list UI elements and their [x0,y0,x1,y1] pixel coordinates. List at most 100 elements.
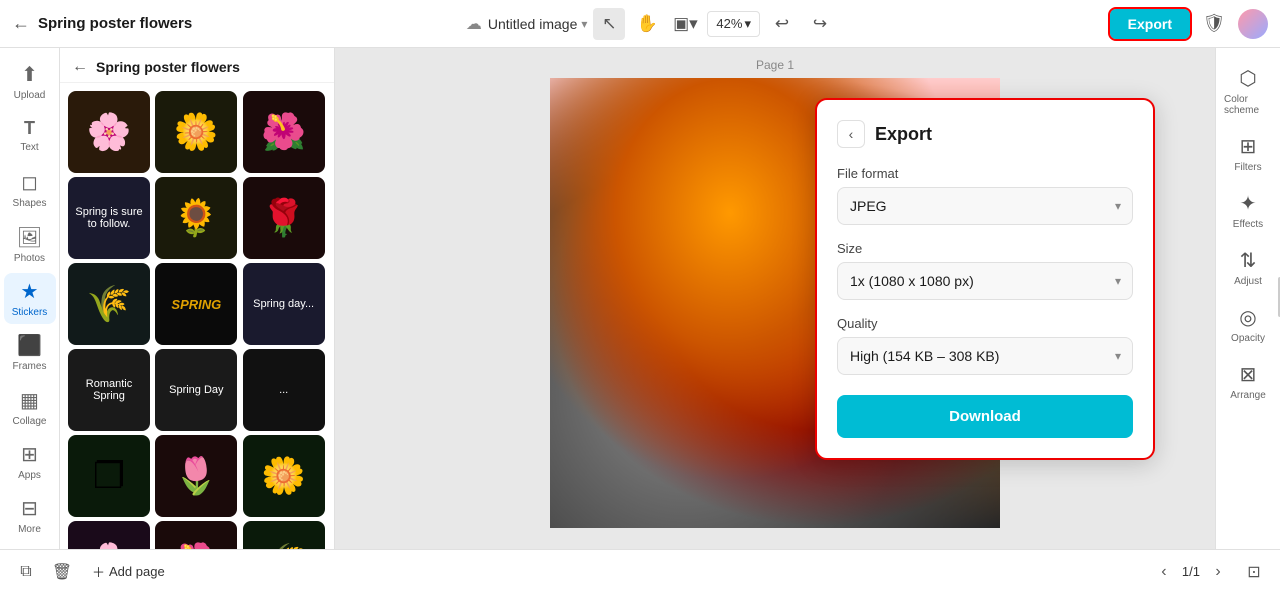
top-bar: ← Spring poster flowers ☁ Untitled image… [0,0,1280,48]
bottom-bar: ⧉ 🗑 ＋ Add page ‹ 1/1 › ⊡ [0,549,1280,593]
add-page-button[interactable]: ＋ Add page [84,558,173,585]
panel-back-icon[interactable]: ← [72,58,88,76]
duplicate-page-button[interactable]: ⧉ [12,558,40,586]
sticker-cell[interactable]: 🌺 [243,91,325,173]
avatar[interactable] [1238,9,1268,39]
right-tool-label: Opacity [1231,333,1265,344]
sidebar-item-stickers[interactable]: ★ Stickers [4,273,56,323]
select-tool-button[interactable]: ↖ [593,8,625,40]
sticker-cell[interactable]: 🌷 [155,435,237,517]
sticker-cell[interactable]: SPRING [155,263,237,345]
sticker-cell[interactable]: 🌾 [68,263,150,345]
export-panel: ‹ Export File format JPEG PNG PDF SVG ▾ … [815,98,1155,460]
add-page-label: Add page [109,564,165,579]
frame-tool-button[interactable]: ▣ ▾ [669,8,701,40]
sidebar-item-label: Collage [13,416,47,427]
page-prev-button[interactable]: ‹ [1150,558,1178,586]
undo-icon: ↩ [775,14,789,34]
sticker-cell[interactable]: 🌼 [243,435,325,517]
undo-button[interactable]: ↩ [766,8,798,40]
size-select[interactable]: 1x (1080 x 1080 px) 2x (2160 x 2160 px) … [837,262,1133,300]
sidebar-item-apps[interactable]: ⊞ Apps [4,436,56,486]
file-format-label: File format [837,166,1133,181]
export-panel-back-button[interactable]: ‹ [837,120,865,148]
sidebar-item-collage[interactable]: ▦ Collage [4,382,56,432]
zoom-control[interactable]: 42% ▾ [707,11,760,37]
stickers-icon: ★ [21,279,39,304]
text-sticker: ... [275,380,292,400]
size-wrapper: 1x (1080 x 1080 px) 2x (2160 x 2160 px) … [837,262,1133,300]
sticker-cell[interactable]: Spring Day [155,349,237,431]
sidebar-item-more[interactable]: ⊟ More [4,491,56,541]
top-bar-left: ← Spring poster flowers [12,13,192,34]
top-bar-center: ☁ Untitled image ▾ ↖ ✋ ▣ ▾ 42% ▾ ↩ ↪ [200,8,1101,40]
flower-sticker: 🌻 [174,197,219,239]
sidebar-item-shapes[interactable]: ◻ Shapes [4,165,56,215]
back-icon: ← [12,13,30,34]
doc-title-area[interactable]: Untitled image ▾ [488,16,588,32]
sticker-cell[interactable]: Spring day... [243,263,325,345]
panel-header: ← Spring poster flowers [60,48,334,83]
right-tool-label: Color scheme [1224,94,1272,116]
sidebar-item-photos[interactable]: 🖼 Photos [4,219,56,269]
download-button[interactable]: Download [837,395,1133,438]
flower-sticker: 🌼 [261,455,306,497]
panel-title: Spring poster flowers [96,59,240,75]
redo-icon: ↪ [813,14,827,34]
sticker-cell[interactable]: 🌾 [243,521,325,549]
sidebar-item-text[interactable]: T Text [4,110,56,160]
right-tool-arrange[interactable]: ⊠ Arrange [1220,356,1276,407]
right-tool-label: Arrange [1230,390,1266,401]
right-tool-effects[interactable]: ✦ Effects [1220,185,1276,236]
shield-button[interactable]: 🛡 [1198,8,1230,40]
sticker-cell[interactable]: 🌺 [155,521,237,549]
sidebar-item-upload[interactable]: ⬆ Upload [4,56,56,106]
sticker-cell[interactable]: 🌼 [155,91,237,173]
top-bar-right: Export 🛡 [1110,8,1268,40]
right-tool-color-scheme[interactable]: ⬡ Color scheme [1220,60,1276,122]
effects-icon: ✦ [1240,191,1257,216]
adjust-icon: ⇅ [1240,248,1257,273]
right-tool-opacity[interactable]: ◎ Opacity [1220,299,1276,350]
sticker-cell[interactable]: Romantic Spring [68,349,150,431]
fit-page-button[interactable]: ⊡ [1240,558,1268,586]
redo-button[interactable]: ↪ [804,8,836,40]
arrange-icon: ⊠ [1240,362,1257,387]
quality-select[interactable]: High (154 KB – 308 KB) Medium (80 KB – 1… [837,337,1133,375]
page-next-icon: › [1215,563,1220,581]
panel-grid: 🌸🌼🌺Spring is sure to follow.🌻🌹🌾SPRINGSpr… [60,83,334,549]
export-button[interactable]: Export [1110,9,1190,39]
hand-tool-button[interactable]: ✋ [631,8,663,40]
photos-icon: 🖼 [17,225,42,250]
left-sidebar: ⬆ Upload T Text ◻ Shapes 🖼 Photos ★ Stic… [0,48,60,549]
flower-sticker: 🌾 [87,283,132,325]
opacity-icon: ◎ [1239,305,1256,330]
zoom-level: 42% [716,16,742,31]
sidebar-item-frames[interactable]: ⬛ Frames [4,328,56,378]
canvas-area[interactable]: Page 1 ‹ Export File format JPEG PNG PDF… [335,48,1215,549]
add-page-icon: ＋ [92,562,105,581]
sidebar-item-label: Upload [14,90,46,101]
sticker-cell[interactable]: ❐ [68,435,150,517]
hand-tool-icon: ✋ [637,14,658,34]
flower-sticker: 🌷 [174,455,219,497]
quality-label: Quality [837,316,1133,331]
flower-sticker: 🌸 [87,541,132,549]
page-next-button[interactable]: › [1204,558,1232,586]
sticker-cell[interactable]: ... [243,349,325,431]
quality-wrapper: High (154 KB – 308 KB) Medium (80 KB – 1… [837,337,1133,375]
delete-page-button[interactable]: 🗑 [48,558,76,586]
sticker-cell[interactable]: 🌹 [243,177,325,259]
sticker-cell[interactable]: Spring is sure to follow. [68,177,150,259]
sticker-cell[interactable]: 🌸 [68,91,150,173]
text-sticker: Spring Day [165,380,227,400]
right-tool-filters[interactable]: ⊞ Filters [1220,128,1276,179]
sticker-cell[interactable]: 🌻 [155,177,237,259]
back-button[interactable]: ← [12,13,30,34]
sticker-cell[interactable]: 🌸 [68,521,150,549]
export-panel-header: ‹ Export [837,120,1133,148]
file-format-select[interactable]: JPEG PNG PDF SVG [837,187,1133,225]
right-tool-adjust[interactable]: ⇅ Adjust [1220,242,1276,293]
frame-tool-icon: ▣ [673,14,689,34]
sidebar-item-label: Stickers [12,307,48,318]
